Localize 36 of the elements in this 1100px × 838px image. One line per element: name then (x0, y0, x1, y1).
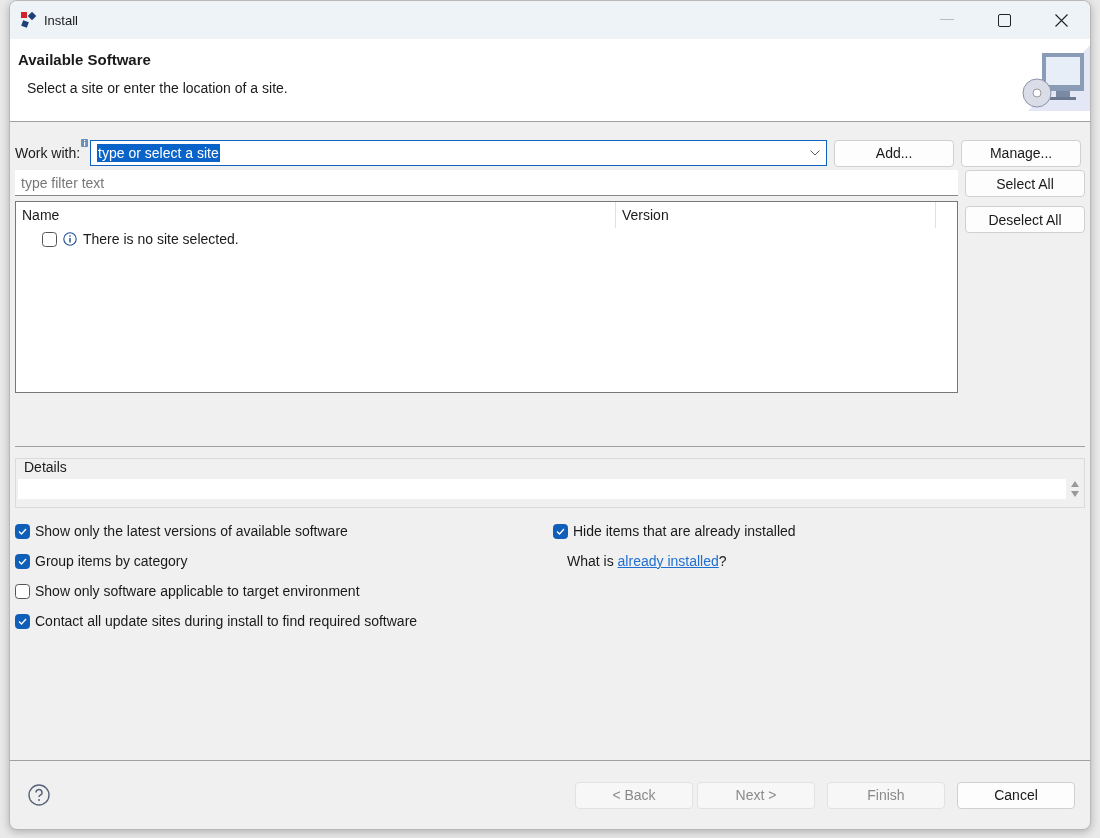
details-label: Details (23, 459, 68, 475)
maximize-icon[interactable] (998, 13, 1011, 27)
app-icon (20, 11, 38, 29)
checkbox[interactable] (15, 523, 30, 539)
checkbox-label[interactable]: Show only the latest versions of available software (35, 523, 348, 539)
dialog-button[interactable]: Cancel (957, 781, 1075, 809)
dialog-button[interactable]: Deselect All (965, 206, 1085, 233)
help-icon[interactable] (28, 784, 50, 806)
page-description: Select a site or enter the location of a site. (27, 80, 289, 96)
installed-question: What is already installed? (566, 552, 728, 571)
dialog-button[interactable]: Add... (834, 139, 955, 167)
checkbox-label[interactable]: Group items by category (35, 553, 188, 569)
dialog-button[interactable]: Manage... (961, 139, 1082, 167)
table-row-text: There is no site selected. (83, 231, 239, 247)
page-title: Available Software (18, 51, 152, 68)
column-header[interactable]: Version (616, 202, 936, 228)
checkbox[interactable] (42, 231, 57, 247)
checkbox-label[interactable]: Show only software applicable to target environment (35, 583, 360, 599)
site-value-text: type or select a site (97, 144, 220, 162)
dialog-button[interactable]: Select All (965, 170, 1085, 197)
info-icon (81, 139, 89, 147)
caret-icon[interactable] (810, 150, 821, 156)
already-installed-link[interactable]: already installed (617, 553, 719, 569)
site-combo-box[interactable]: type or select a site (90, 140, 828, 166)
checkbox-label[interactable]: Hide items that are already installed (573, 523, 796, 539)
info-icon (63, 232, 77, 246)
work-with-label: Work with: (15, 145, 81, 161)
checkbox[interactable] (553, 523, 568, 539)
checkbox[interactable] (15, 613, 30, 629)
close-icon[interactable] (1055, 13, 1068, 27)
filter-field[interactable]: type filter text (15, 170, 958, 196)
checkbox[interactable] (15, 583, 30, 599)
window-title: Install (44, 12, 78, 28)
checkbox-label[interactable]: Contact all update sites during install to find required software (35, 613, 418, 629)
checkbox[interactable] (15, 553, 30, 569)
column-header[interactable]: Name (16, 202, 616, 228)
